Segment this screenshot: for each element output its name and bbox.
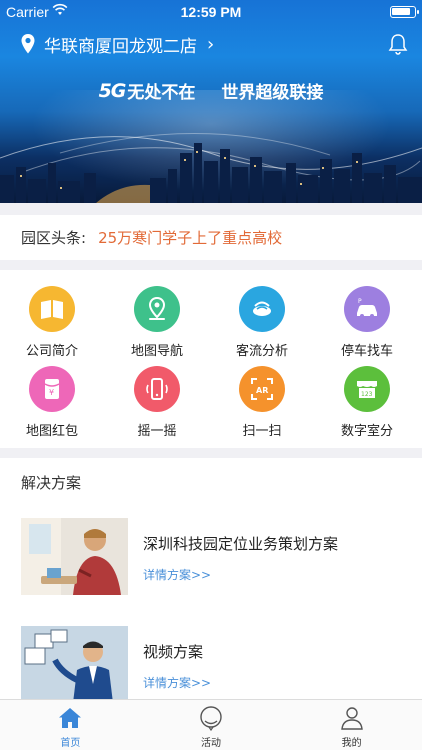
headline-link[interactable]: 25万寒门学子上了重点高校 xyxy=(98,227,282,248)
feature-scan[interactable]: AR 扫一扫 xyxy=(210,366,314,446)
book-icon xyxy=(29,286,75,332)
feature-digital-room[interactable]: 123 数字室分 xyxy=(315,366,419,446)
user-icon xyxy=(340,707,363,730)
svg-text:123: 123 xyxy=(361,391,373,398)
feature-label: 客流分析 xyxy=(235,344,288,359)
location-selector[interactable]: 华联商厦回龙观二店 › xyxy=(20,30,214,58)
battery-icon xyxy=(390,6,419,18)
feature-parking[interactable]: P 停车找车 xyxy=(315,286,419,366)
feature-red-envelope[interactable]: ¥ 地图红包 xyxy=(0,366,104,446)
city-skyline-image xyxy=(0,133,422,203)
clock: 12:59 PM xyxy=(180,4,242,20)
svg-text:P: P xyxy=(358,298,362,305)
slogan-5g-logo: 5G xyxy=(98,79,127,102)
feature-label: 地图导航 xyxy=(130,344,183,359)
banner-slogan: 5G 无处不在 世界超级联接 xyxy=(0,78,422,104)
section-divider xyxy=(0,448,422,458)
car-icon: P xyxy=(344,286,390,332)
tab-home[interactable]: 首页 xyxy=(0,700,141,750)
tab-label: 活动 xyxy=(201,738,221,749)
bell-icon[interactable] xyxy=(388,33,408,55)
solution-item[interactable]: 深圳科技园定位业务策划方案 详情方案>> xyxy=(0,518,422,598)
tab-profile[interactable]: 我的 xyxy=(281,700,422,750)
location-name: 华联商厦回龙观二店 xyxy=(44,36,197,57)
tab-label: 我的 xyxy=(341,738,362,749)
tab-label: 首页 xyxy=(60,738,81,749)
map-pin-icon xyxy=(134,286,180,332)
solution-title: 深圳科技园定位业务策划方案 xyxy=(143,535,339,553)
store-icon: 123 xyxy=(344,366,390,412)
feature-label: 摇一摇 xyxy=(137,424,177,439)
solution-thumbnail-image xyxy=(21,626,128,703)
chevron-right-icon: › xyxy=(207,33,215,55)
svg-text:¥: ¥ xyxy=(49,388,54,397)
feature-label: 扫一扫 xyxy=(242,424,282,439)
section-divider xyxy=(0,260,422,270)
solution-detail-link[interactable]: 详情方案>> xyxy=(143,566,211,583)
feature-company-intro[interactable]: 公司简介 xyxy=(0,286,104,366)
solution-detail-link[interactable]: 详情方案>> xyxy=(143,674,211,691)
svg-text:AR: AR xyxy=(256,386,268,395)
feature-map-navigation[interactable]: 地图导航 xyxy=(105,286,209,366)
home-icon xyxy=(59,708,82,728)
scan-ar-icon: AR xyxy=(239,366,285,412)
park-headline-bar: 园区头条: 25万寒门学子上了重点高校 xyxy=(0,215,422,260)
tab-bar: 首页 活动 我的 xyxy=(0,699,422,750)
feature-label: 公司简介 xyxy=(25,344,78,359)
status-bar: Carrier 12:59 PM xyxy=(0,0,422,24)
feature-shake[interactable]: 摇一摇 xyxy=(105,366,209,446)
feature-flow-analysis[interactable]: 客流分析 xyxy=(210,286,314,366)
slogan-part-2: 世界超级联接 xyxy=(221,83,324,103)
solution-title: 视频方案 xyxy=(143,643,204,661)
shake-phone-icon xyxy=(134,366,180,412)
headline-label: 园区头条: xyxy=(21,229,87,247)
hero-banner[interactable]: Carrier 12:59 PM 华联商厦回龙观二店 › 5G 无处不在 世界超… xyxy=(0,0,422,203)
slogan-part-1: 无处不在 xyxy=(127,83,196,103)
feature-grid: 公司简介 地图导航 客流分析 P 停车找车 ¥ 地图红包 摇一摇 AR 扫一扫 … xyxy=(0,270,422,448)
red-envelope-icon: ¥ xyxy=(29,366,75,412)
location-pin-icon xyxy=(21,34,35,54)
feature-label: 停车找车 xyxy=(340,344,393,359)
feature-label: 数字室分 xyxy=(340,424,393,439)
feature-label: 地图红包 xyxy=(25,424,78,439)
solutions-heading: 解决方案 xyxy=(21,474,82,492)
solution-item[interactable]: 视频方案 详情方案>> xyxy=(0,626,422,706)
tab-activity[interactable]: 活动 xyxy=(141,700,282,750)
flow-icon xyxy=(239,286,285,332)
solution-thumbnail-image xyxy=(21,518,128,595)
activity-bubble-icon xyxy=(200,706,222,731)
section-divider xyxy=(0,203,422,215)
